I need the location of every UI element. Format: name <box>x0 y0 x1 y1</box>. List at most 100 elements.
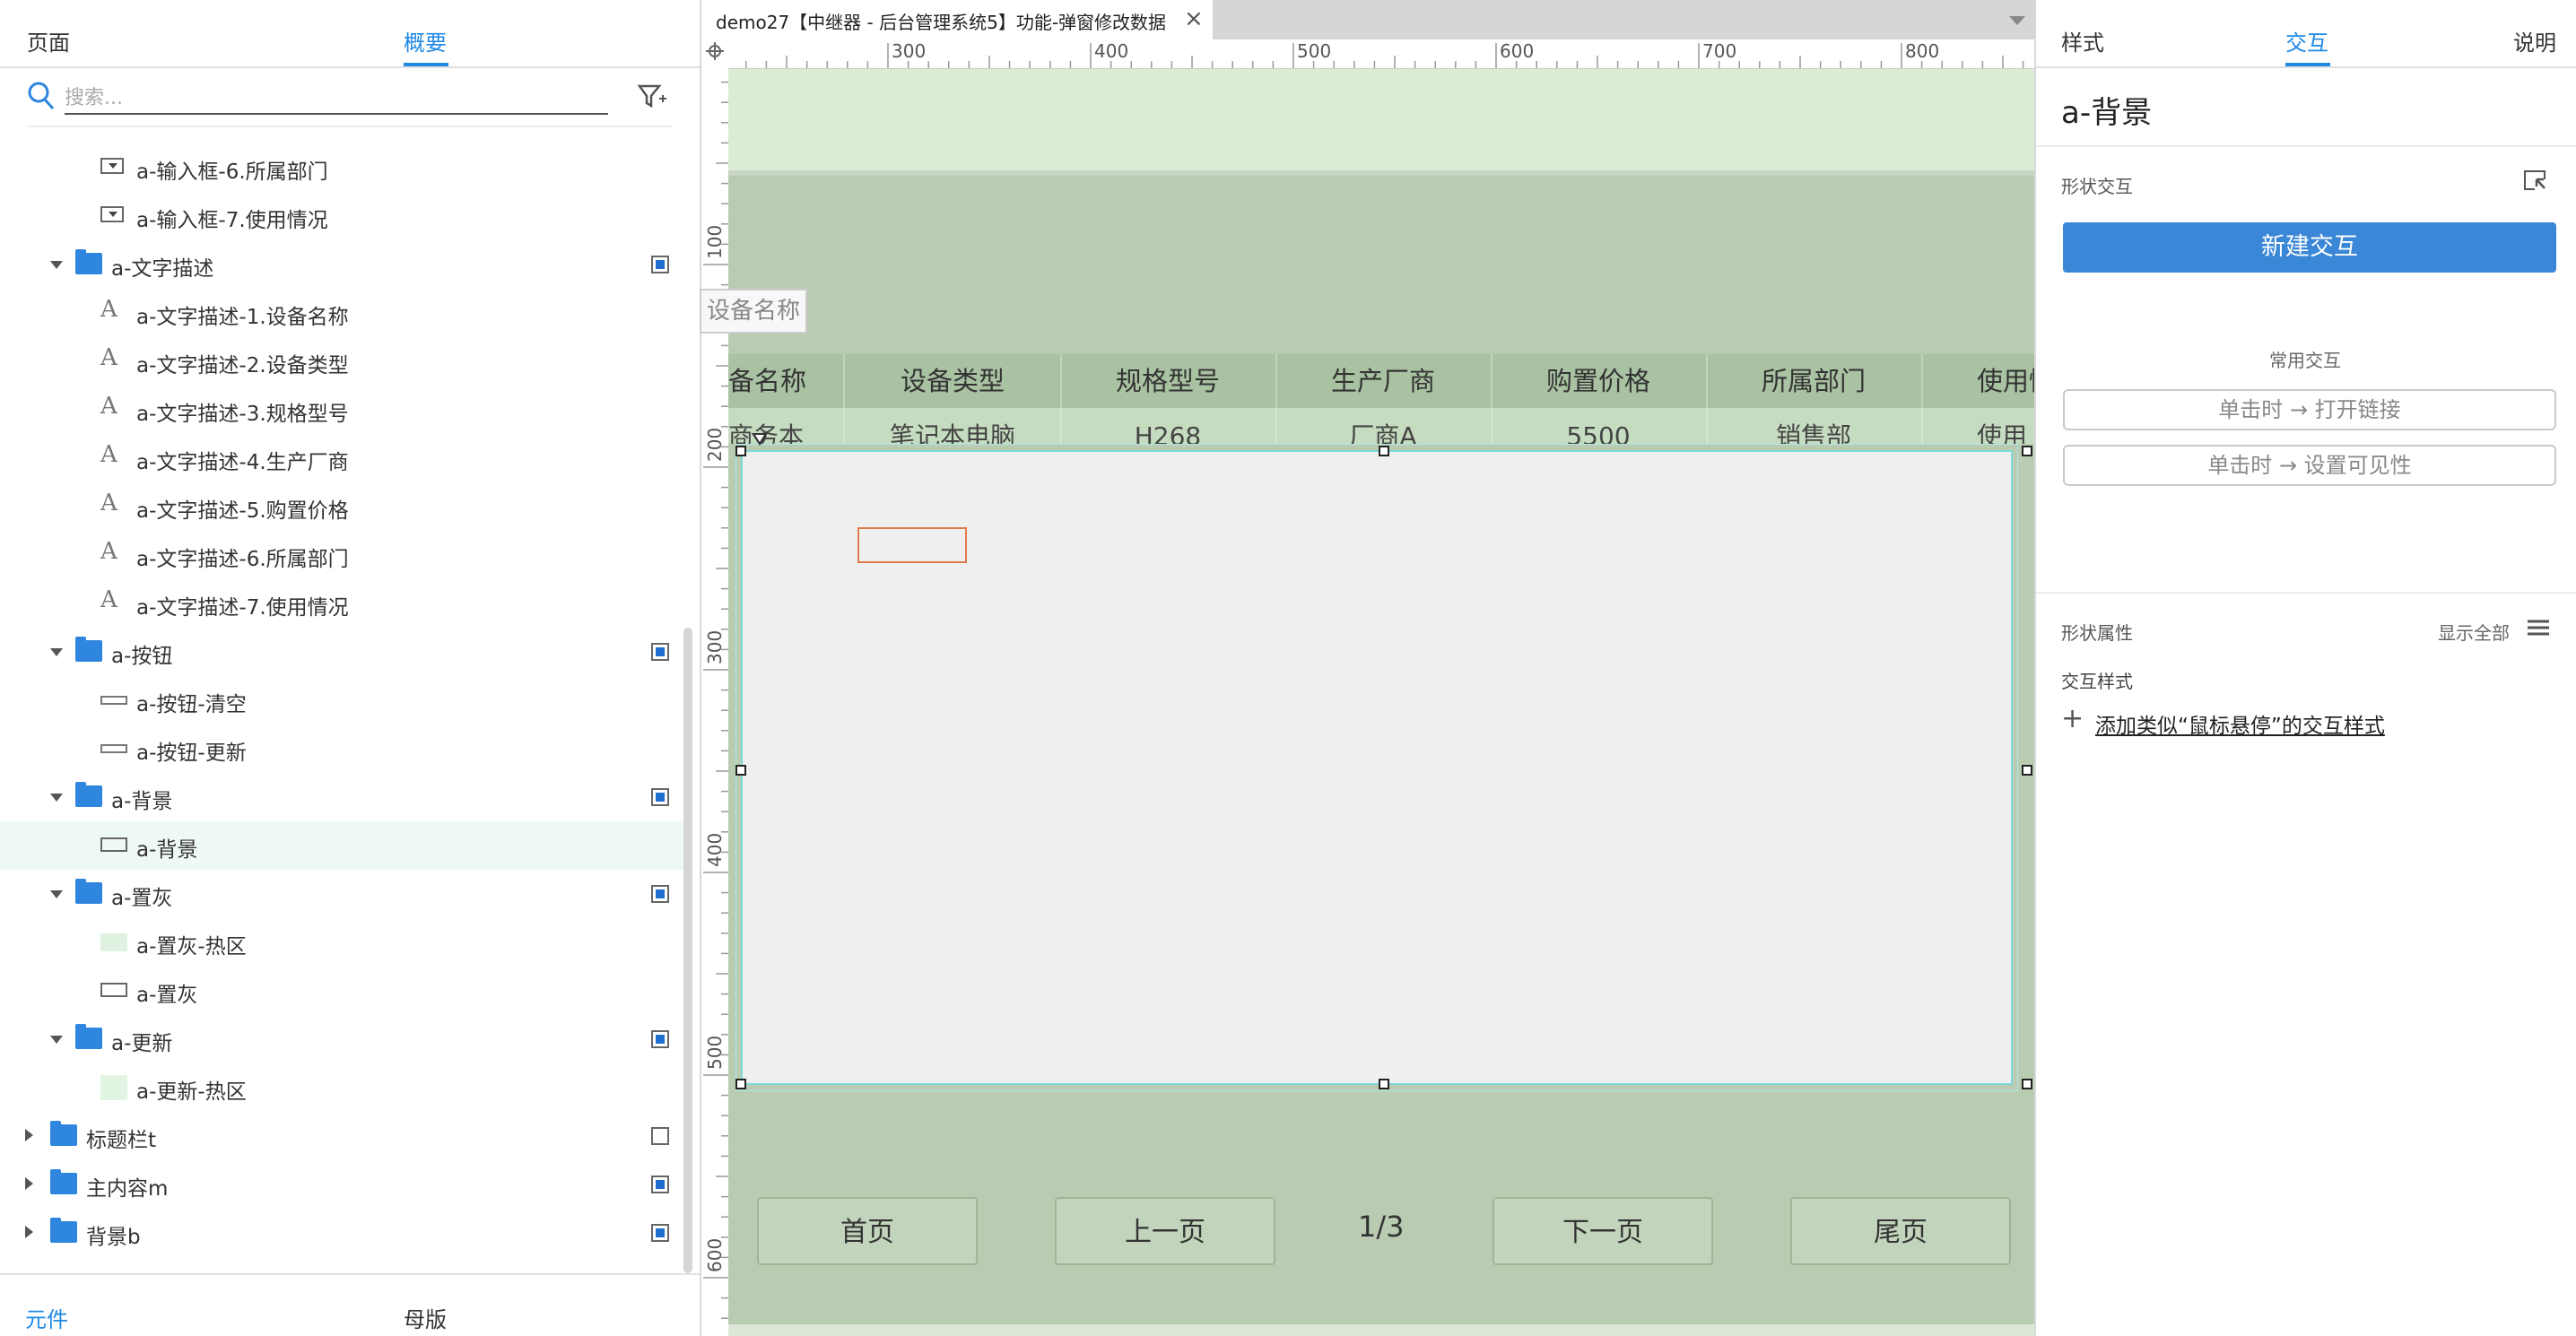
resize-handle[interactable] <box>1379 1079 1389 1089</box>
resize-handle[interactable] <box>2022 1079 2032 1089</box>
show-all-link[interactable]: 显示全部 <box>2438 619 2510 645</box>
selected-widget-name[interactable]: a-背景 <box>2061 88 2152 132</box>
chevron-down-icon[interactable] <box>50 648 63 656</box>
chevron-down-icon[interactable] <box>2009 16 2025 25</box>
ruler-label: 500 <box>704 1035 726 1070</box>
outline-item[interactable]: 主内容m <box>0 1160 683 1209</box>
outline-item[interactable]: a-更新-热区 <box>0 1063 683 1112</box>
outline-item[interactable]: a-按钮 <box>0 628 683 676</box>
outline-item[interactable]: a-置灰 <box>0 870 683 918</box>
tab-notes[interactable]: 说明 <box>2513 25 2556 56</box>
next-page-button[interactable]: 下一页 <box>1493 1197 1713 1265</box>
design-canvas[interactable]: 备名称 设备类型 规格型号 生产厂商 购置价格 所属部门 使用情 商务本 笔记本… <box>728 69 2034 1336</box>
visibility-checkbox[interactable] <box>651 788 669 806</box>
chevron-down-icon[interactable] <box>50 890 63 898</box>
outline-item-label: a-文字描述 <box>111 257 214 281</box>
visibility-checkbox[interactable] <box>651 256 669 273</box>
anchor-triangle-icon <box>752 433 768 446</box>
outline-item[interactable]: a-置灰-热区 <box>0 918 683 967</box>
tab-outline[interactable]: 概要 <box>404 25 447 56</box>
tab-pages[interactable]: 页面 <box>27 25 70 56</box>
ruler-label: 300 <box>704 629 726 664</box>
on-click-set-visibility-button[interactable]: 单击时 → 设置可见性 <box>2063 445 2556 486</box>
ruler-label: 600 <box>1500 40 1535 62</box>
outline-item[interactable]: a-更新 <box>0 1015 683 1063</box>
ruler-label: 300 <box>892 40 927 62</box>
chevron-down-icon[interactable] <box>50 261 63 269</box>
outline-item-label: a-文字描述-2.设备类型 <box>136 354 349 377</box>
chevron-right-icon[interactable] <box>25 1226 33 1238</box>
outline-item[interactable]: Aa-文字描述-1.设备名称 <box>0 289 683 337</box>
divider <box>2036 66 2576 68</box>
visibility-checkbox[interactable] <box>651 1030 669 1048</box>
outline-item[interactable]: 背景b <box>0 1209 683 1257</box>
ruler-label: 100 <box>704 224 726 259</box>
tab-interactions[interactable]: 交互 <box>2285 25 2328 56</box>
menu-icon[interactable] <box>2528 619 2549 637</box>
chevron-down-icon[interactable] <box>50 1036 63 1044</box>
popup-text-field[interactable] <box>857 527 967 563</box>
outline-item-label: a-背景 <box>111 790 173 813</box>
last-page-button[interactable]: 尾页 <box>1790 1197 2011 1265</box>
outline-item[interactable]: a-文字描述 <box>0 240 683 289</box>
table-cell: 笔记本电脑 <box>845 408 1062 444</box>
ruler-label: 400 <box>1094 40 1129 62</box>
outline-item[interactable]: Aa-文字描述-3.规格型号 <box>0 386 683 434</box>
chevron-right-icon[interactable] <box>25 1129 33 1141</box>
tooltip: 设备名称 <box>700 289 807 334</box>
filter-icon[interactable] <box>637 82 667 109</box>
search-icon <box>28 82 55 110</box>
first-page-button[interactable]: 首页 <box>757 1197 978 1265</box>
outline-item-label: a-更新 <box>111 1032 173 1055</box>
outline-item[interactable]: Aa-文字描述-2.设备类型 <box>0 337 683 386</box>
crosshair-icon[interactable] <box>705 41 725 61</box>
close-icon[interactable]: × <box>1184 5 1204 32</box>
tab-widgets[interactable]: 元件 <box>25 1302 68 1333</box>
outline-item[interactable]: 标题栏t <box>0 1112 683 1160</box>
search-input[interactable] <box>65 82 608 115</box>
resize-handle[interactable] <box>2022 765 2032 776</box>
outline-item[interactable]: a-输入框-7.使用情况 <box>0 192 683 240</box>
new-interaction-button[interactable]: 新建交互 <box>2063 222 2556 273</box>
table-row[interactable]: 商务本 笔记本电脑 H268 厂商A 5500 销售部 使用 <box>728 408 2034 444</box>
section-label: 形状交互 <box>2061 176 2133 197</box>
on-click-open-link-button[interactable]: 单击时 → 打开链接 <box>2063 389 2556 430</box>
add-interaction-style-link[interactable]: 添加类似“鼠标悬停”的交互样式 <box>2095 708 2385 739</box>
previous-page-button[interactable]: 上一页 <box>1055 1197 1275 1265</box>
outline-item[interactable]: Aa-文字描述-6.所属部门 <box>0 531 683 579</box>
outline-item[interactable]: Aa-文字描述-7.使用情况 <box>0 579 683 628</box>
ruler-label: 700 <box>1702 40 1737 62</box>
resize-handle[interactable] <box>2022 446 2032 456</box>
tab-style[interactable]: 样式 <box>2061 25 2104 56</box>
visibility-checkbox[interactable] <box>651 643 669 661</box>
ruler-label: 800 <box>1905 40 1940 62</box>
chevron-down-icon[interactable] <box>50 794 63 802</box>
outline-item[interactable]: a-按钮-更新 <box>0 724 683 773</box>
visibility-checkbox[interactable] <box>651 1176 669 1193</box>
visibility-checkbox[interactable] <box>651 1127 669 1145</box>
resize-handle[interactable] <box>735 446 746 456</box>
chevron-right-icon[interactable] <box>25 1177 33 1190</box>
outline-item[interactable]: a-置灰 <box>0 967 683 1015</box>
outline-item-label: a-按钮 <box>111 645 173 668</box>
interaction-editor-icon[interactable] <box>2522 169 2547 192</box>
outline-item[interactable]: Aa-文字描述-5.购置价格 <box>0 482 683 531</box>
text-icon: A <box>100 586 117 613</box>
scrollbar[interactable] <box>683 628 692 1273</box>
visibility-checkbox[interactable] <box>651 1224 669 1242</box>
table-cell: 销售部 <box>1706 408 1923 444</box>
folder-icon <box>50 1121 77 1146</box>
tab-masters[interactable]: 母版 <box>404 1302 447 1333</box>
column-header: 所属部门 <box>1706 354 1923 408</box>
outline-item[interactable]: Aa-文字描述-4.生产厂商 <box>0 434 683 482</box>
outline-item[interactable]: a-背景 <box>0 821 683 870</box>
resize-handle[interactable] <box>735 765 746 776</box>
outline-item[interactable]: a-按钮-清空 <box>0 676 683 724</box>
outline-item[interactable]: a-背景 <box>0 773 683 821</box>
resize-handle[interactable] <box>1379 446 1389 456</box>
visibility-checkbox[interactable] <box>651 885 669 903</box>
plus-icon[interactable]: + <box>2061 703 2084 734</box>
outline-item[interactable]: a-输入框-6.所属部门 <box>0 143 683 192</box>
resize-handle[interactable] <box>735 1079 746 1089</box>
table-cell: 商务本 <box>728 408 845 444</box>
